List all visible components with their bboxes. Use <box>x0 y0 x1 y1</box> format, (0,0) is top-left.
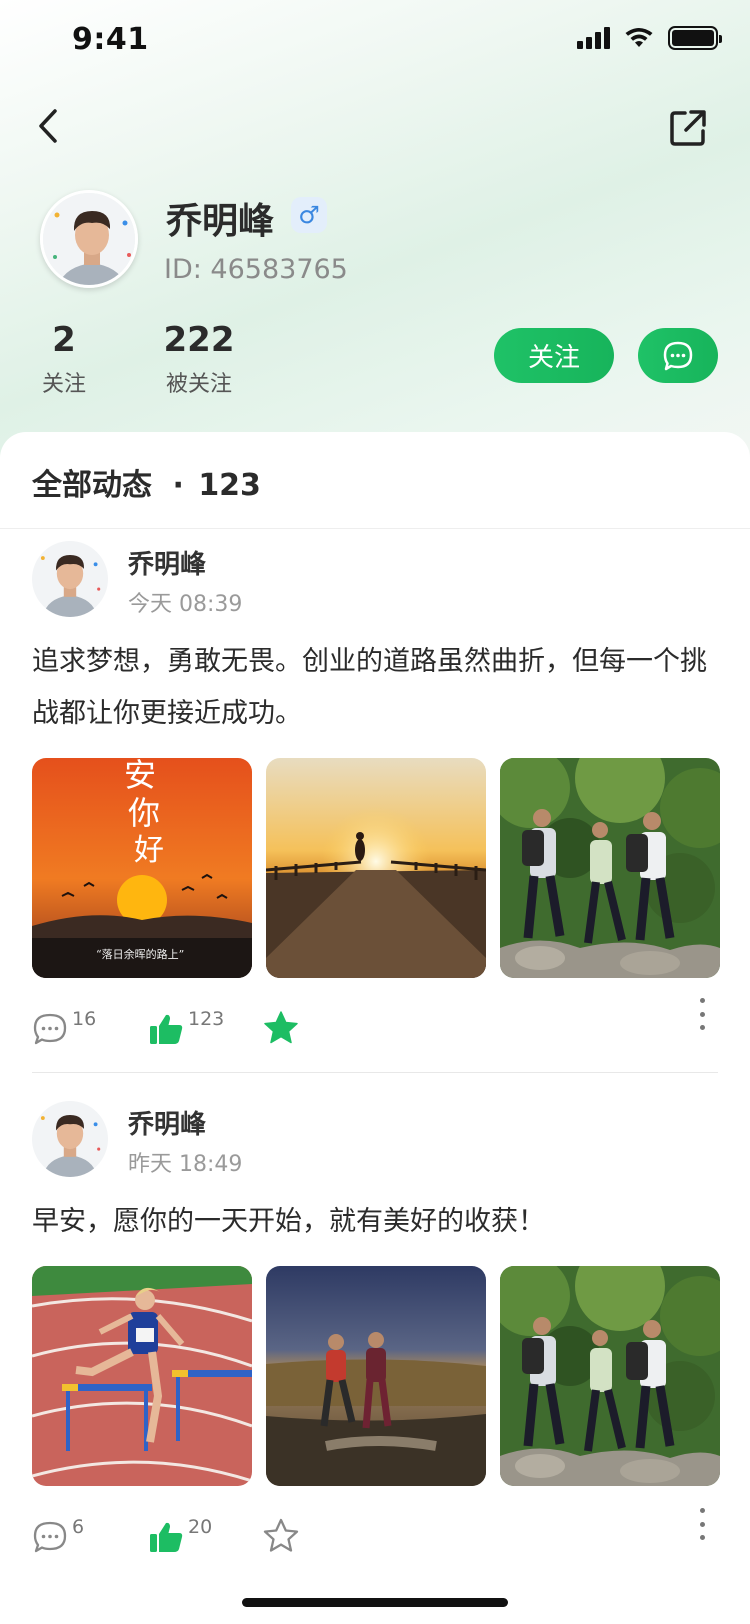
post-text: 追求梦想，勇敢无畏。创业的道路虽然曲折，但每一个挑战都让你更接近成功。 <box>32 646 707 729</box>
poster-caption: “落日余晖的路上” <box>96 947 184 961</box>
star-filled-icon <box>264 1011 298 1044</box>
cellular-signal-icon <box>577 27 610 49</box>
chat-bubble-icon <box>663 341 693 370</box>
chevron-left-icon <box>39 109 57 143</box>
share-button[interactable] <box>666 106 710 150</box>
feed-title-separator: · <box>172 468 184 503</box>
feed-panel: 全部动态 · 123 乔明峰 今天 08:39 追求梦想，勇敢无畏。创业的道路虽… <box>0 432 750 1624</box>
thumbs-up-icon <box>150 1014 183 1044</box>
avatar-portrait <box>32 541 108 617</box>
following-label: 关注 <box>41 372 86 397</box>
followers-count: 222 <box>163 320 235 360</box>
poster-char-1: 安 <box>124 758 156 794</box>
post-image-hurdle-runner[interactable] <box>32 1266 252 1486</box>
message-button[interactable] <box>638 328 718 383</box>
status-time: 9:41 <box>72 22 149 57</box>
poster-char-3: 好 <box>134 833 164 868</box>
profile-page: 9:41 乔明峰 ♂ ID: 46583765 2 关注 222 被关注 关注 … <box>0 0 750 1624</box>
share-external-icon <box>670 110 706 146</box>
post-image-pier-runner[interactable] <box>266 758 486 978</box>
following-count: 2 <box>52 320 76 360</box>
post-images: 安 你 好 “落日余晖的路上” <box>32 758 720 978</box>
post-avatar[interactable] <box>32 1101 108 1177</box>
status-icons <box>577 26 722 50</box>
hurdle-runner-image <box>32 1266 252 1486</box>
post-time: 昨天 18:49 <box>128 1152 243 1177</box>
forest-hikers-image <box>500 1266 720 1486</box>
followers-stat[interactable]: 222 被关注 <box>158 320 240 398</box>
wifi-icon <box>625 28 653 47</box>
star-outline-icon <box>263 1518 299 1552</box>
poster-char-2: 你 <box>128 794 160 832</box>
battery-icon <box>668 26 722 50</box>
like-count: 123 <box>188 1008 225 1030</box>
followers-label: 被关注 <box>165 372 232 397</box>
favorite-action[interactable] <box>262 1518 300 1554</box>
back-button[interactable] <box>28 106 68 146</box>
post-time: 今天 08:39 <box>128 592 243 617</box>
comment-count: 16 <box>72 1008 97 1030</box>
post-image-forest-hikers[interactable] <box>500 758 720 978</box>
feed-count: 123 <box>198 468 261 503</box>
post-image-sunset-poster[interactable]: 安 你 好 “落日余晖的路上” <box>32 758 252 978</box>
comment-action[interactable]: 16 <box>32 1008 96 1046</box>
follow-button[interactable]: 关注 <box>494 328 614 383</box>
feed-title: 全部动态 · 123 <box>32 460 261 504</box>
home-indicator[interactable] <box>242 1598 508 1607</box>
couple-running-image <box>266 1266 486 1486</box>
like-count: 20 <box>188 1516 213 1538</box>
comment-count: 6 <box>72 1516 85 1538</box>
comment-icon <box>33 1013 67 1045</box>
post-separator <box>32 1072 718 1073</box>
post-author: 乔明峰 <box>128 1110 207 1140</box>
more-options-button[interactable] <box>694 1504 710 1544</box>
post-author: 乔明峰 <box>128 550 207 580</box>
feed-title-text: 全部动态 <box>32 468 152 503</box>
post-image-forest-hikers[interactable] <box>500 1266 720 1486</box>
status-bar: 9:41 <box>0 0 750 88</box>
avatar-portrait <box>32 1101 108 1177</box>
pier-runner-image <box>266 758 486 978</box>
like-action[interactable]: 123 <box>148 1008 224 1046</box>
profile-avatar[interactable] <box>40 190 138 288</box>
following-stat[interactable]: 2 关注 <box>36 320 92 398</box>
comment-action[interactable]: 6 <box>32 1516 84 1554</box>
post-images <box>32 1266 720 1486</box>
post-avatar[interactable] <box>32 541 108 617</box>
male-icon: ♂ <box>291 197 327 233</box>
thumbs-up-icon <box>150 1522 183 1552</box>
feed-divider <box>0 528 750 529</box>
profile-name: 乔明峰 <box>166 201 275 242</box>
like-action[interactable]: 20 <box>148 1516 212 1554</box>
comment-icon <box>33 1521 67 1553</box>
post-image-couple-running[interactable] <box>266 1266 486 1486</box>
sunset-birds-image: 安 你 好 “落日余晖的路上” <box>32 758 252 978</box>
profile-id: ID: 46583765 <box>164 254 348 285</box>
post-text: 早安，愿你的一天开始，就有美好的收获！ <box>32 1206 545 1237</box>
forest-hikers-image <box>500 758 720 978</box>
more-options-button[interactable] <box>694 994 710 1034</box>
favorite-action[interactable] <box>262 1010 300 1046</box>
